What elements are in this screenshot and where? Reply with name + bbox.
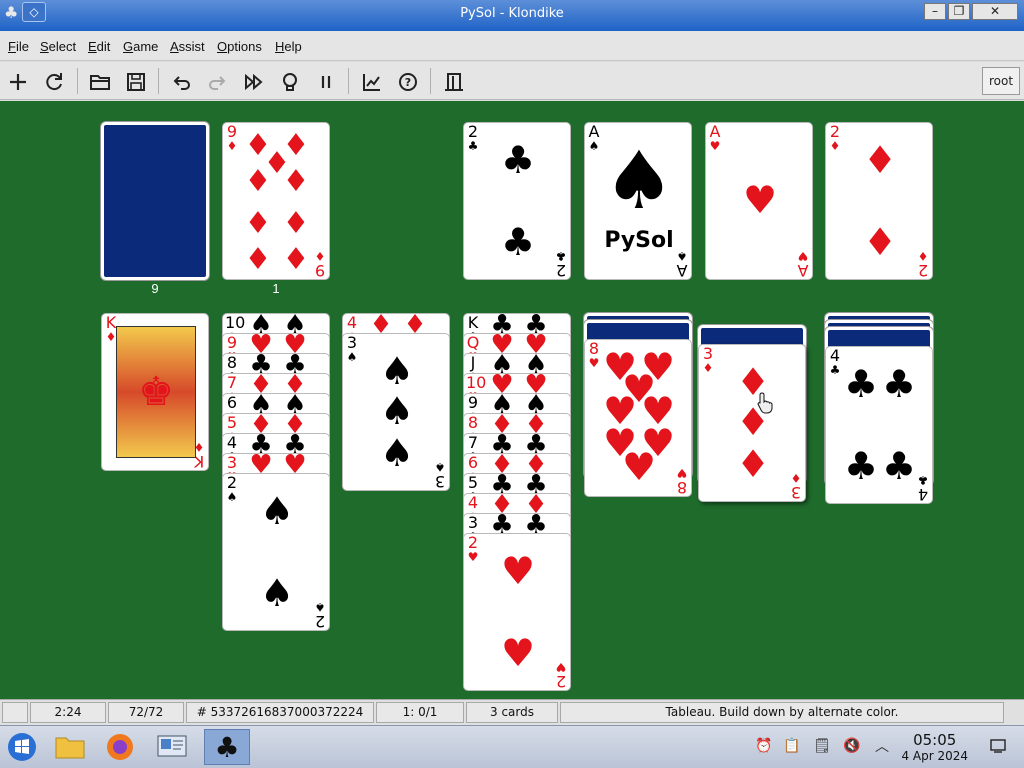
menu-select[interactable]: Select <box>40 39 76 54</box>
tableau-card[interactable]: 2 ♠ 2 ♠ ♠ ♠ <box>222 473 330 631</box>
mute-icon[interactable]: 🔇 <box>842 736 862 756</box>
status-game-number: # 53372616837000372224 <box>186 702 374 723</box>
clipboard-icon[interactable]: 📋 <box>782 736 802 756</box>
tableau-card[interactable]: 4 ♣ 4 ♣ ♣ ♣ ♣ ♣ <box>825 346 933 504</box>
redo-icon[interactable] <box>204 68 232 96</box>
user-indicator[interactable]: root <box>982 67 1020 95</box>
status-moves: 1: 0/1 <box>376 702 464 723</box>
tableau-card[interactable]: K ♦ K ♦ ♚ <box>101 313 209 471</box>
chevron-up-icon[interactable]: ︿ <box>872 736 892 756</box>
hand-cursor-icon <box>757 392 773 414</box>
firefox-icon[interactable] <box>100 729 140 765</box>
start-icon[interactable] <box>2 729 42 765</box>
tableau-card[interactable]: 8 ♥ 8 ♥ ♥ ♥ ♥ ♥ ♥ ♥ ♥ ♥ <box>584 339 692 497</box>
status-hint: Tableau. Build down by alternate color. <box>560 702 1004 723</box>
foundation-diamonds[interactable]: 2 ♦ 2 ♦ ♦ ♦ <box>825 122 933 280</box>
menu-edit[interactable]: Edit <box>88 39 110 54</box>
title-bar: ♣ ◇ PySol - Klondike – ❐ ✕ <box>0 0 1024 31</box>
status-time: 2:24 <box>30 702 106 723</box>
foundation-hearts[interactable]: A ♥ A ♥ ♥ <box>705 122 813 280</box>
foundation-spades[interactable]: A ♠ A ♠ ♠ PySol <box>584 122 692 280</box>
minimize-icon[interactable]: – <box>924 3 946 20</box>
undo-icon[interactable] <box>167 68 195 96</box>
menu-file[interactable]: File <box>8 39 29 54</box>
foundation-clubs[interactable]: 2 ♣ 2 ♣ ♣ ♣ <box>463 122 571 280</box>
clock[interactable]: 05:05 4 Apr 2024 <box>901 731 968 763</box>
notes-icon[interactable]: 🗒 <box>812 736 832 756</box>
desktop-icon[interactable] <box>988 736 1008 756</box>
tableau-card[interactable]: 3 ♦ 3 ♦ ♦ ♦ ♦ <box>698 344 806 502</box>
statistics-icon[interactable] <box>358 68 386 96</box>
stock-count: 9 <box>151 281 159 296</box>
tableau-card[interactable]: 2 ♥ 2 ♥ ♥ ♥ <box>463 533 571 691</box>
pysol-logo: PySol <box>604 228 674 253</box>
status-bar: 2:24 72/72 # 53372616837000372224 1: 0/1… <box>0 699 1024 725</box>
taskbar: ♣ ⏰ 📋 🗒 🔇 ︿ 05:05 4 Apr 2024 <box>0 725 1024 768</box>
status-cards: 3 cards <box>466 702 558 723</box>
window-title: PySol - Klondike <box>460 6 564 21</box>
menu-assist[interactable]: Assist <box>170 39 205 54</box>
new-game-icon[interactable] <box>4 68 32 96</box>
file-manager-icon[interactable] <box>50 729 90 765</box>
svg-text:?: ? <box>405 76 411 89</box>
pause-icon[interactable] <box>312 68 340 96</box>
autodrop-icon[interactable] <box>240 68 268 96</box>
hint-icon[interactable] <box>276 68 304 96</box>
open-icon[interactable] <box>86 68 114 96</box>
toolbar: ? root <box>0 62 1024 100</box>
menu-help[interactable]: Help <box>275 39 302 54</box>
quit-icon[interactable] <box>440 68 468 96</box>
status-spacer <box>2 702 28 723</box>
waste-card[interactable]: 9 ♦ 9 ♦ ♦ ♦ ♦ ♦ ♦ ♦ ♦ ♦ ♦ <box>222 122 330 280</box>
game-table[interactable]: 9 9 ♦ 9 ♦ ♦ ♦ ♦ ♦ ♦ ♦ ♦ ♦ ♦ 1 2 ♣ 2 ♣ ♣ ♣ A ♠… <box>0 101 1024 699</box>
save-icon[interactable] <box>122 68 150 96</box>
menu-bar: File Select Edit Game Assist Options Hel… <box>0 31 1024 61</box>
waste-count: 1 <box>272 281 280 296</box>
rules-icon[interactable]: ? <box>394 68 422 96</box>
menu-game[interactable]: Game <box>123 39 158 54</box>
close-icon[interactable]: ✕ <box>972 3 1018 20</box>
stock-pile[interactable] <box>101 122 209 280</box>
pysol-icon[interactable]: ♣ <box>204 729 250 765</box>
alarm-icon[interactable]: ⏰ <box>754 736 774 756</box>
restart-icon[interactable] <box>40 68 68 96</box>
system-monitor-icon[interactable] <box>152 729 192 765</box>
status-progress: 72/72 <box>108 702 184 723</box>
menu-options[interactable]: Options <box>217 39 262 54</box>
restore-icon[interactable]: ❐ <box>948 3 970 20</box>
tableau-card[interactable]: 3 ♠ 3 ♠ ♠ ♠ ♠ <box>342 333 450 491</box>
